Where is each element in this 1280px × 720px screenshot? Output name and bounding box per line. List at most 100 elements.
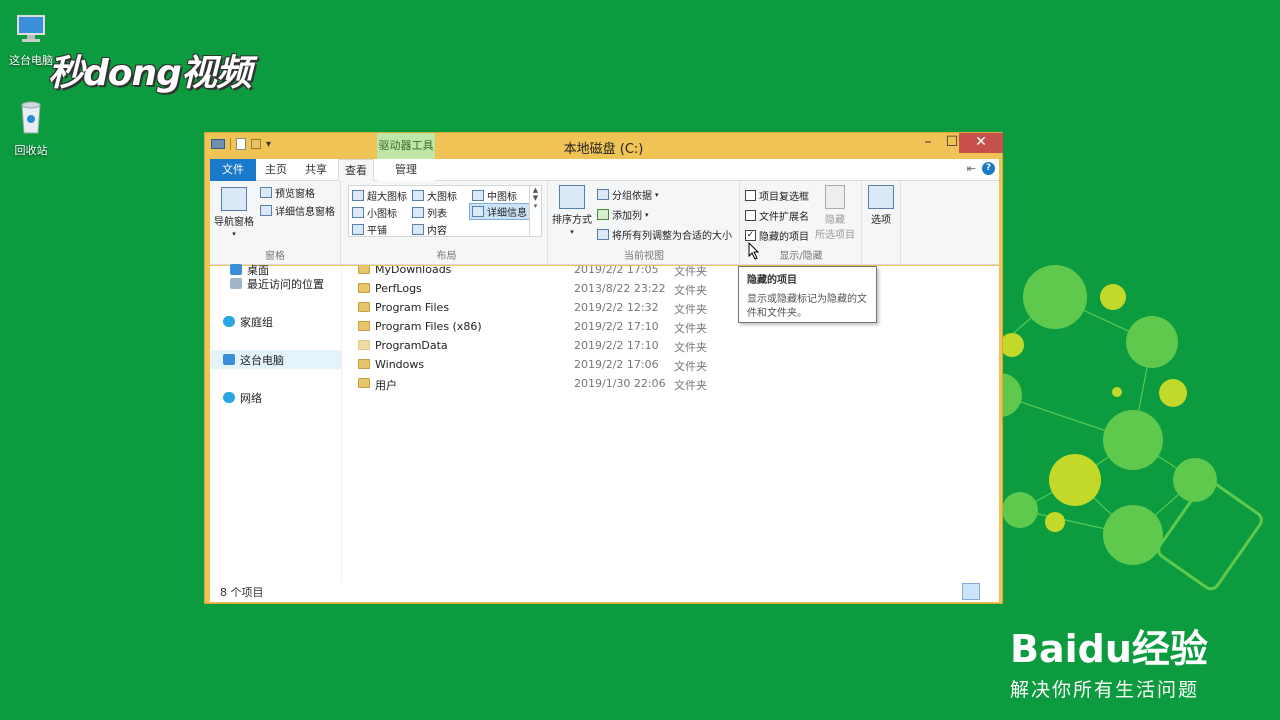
- layout-large-icons[interactable]: 大图标: [412, 188, 457, 203]
- decorative-graphic: [990, 265, 1263, 591]
- group-by-label: 分组依据: [612, 191, 652, 202]
- details-pane-button[interactable]: 详细信息窗格: [260, 203, 335, 218]
- nav-item-this-pc[interactable]: 这台电脑: [210, 350, 341, 369]
- file-date: 2019/2/2 17:10: [574, 320, 659, 333]
- file-type: 文件夹: [674, 360, 707, 373]
- content-icon: [412, 224, 424, 235]
- file-type: 文件夹: [674, 303, 707, 316]
- group-layout: 超大图标 大图标 中图标 小图标 列表 详细信息 平铺 内容 ▲ ▼ ▾ 布局: [346, 181, 548, 265]
- item-checkboxes-toggle[interactable]: 项目复选框: [745, 188, 809, 203]
- add-column-icon: [597, 209, 609, 220]
- list-item[interactable]: Windows 2019/2/2 17:06 文件夹: [342, 355, 999, 374]
- layout-option-label: 平铺: [367, 226, 387, 237]
- nav-item-homegroup[interactable]: 家庭组: [223, 312, 354, 331]
- minimize-button[interactable]: –: [915, 133, 941, 153]
- file-name: Program Files: [375, 301, 450, 314]
- chevron-down-icon: ▾: [232, 230, 236, 238]
- preview-pane-button[interactable]: 预览窗格: [260, 185, 315, 200]
- group-by-icon: [597, 189, 609, 200]
- recent-places-icon: [230, 278, 242, 289]
- layout-medium-icons[interactable]: 中图标: [472, 188, 517, 203]
- recycle-bin-icon: [21, 101, 41, 134]
- layout-details[interactable]: 详细信息: [469, 203, 530, 220]
- layout-content[interactable]: 内容: [412, 222, 447, 237]
- hide-selected-label: 隐藏: [825, 215, 845, 226]
- fit-columns-button[interactable]: 将所有列调整为合适的大小: [597, 227, 732, 242]
- chevron-down-icon: ▾: [570, 228, 574, 236]
- layout-option-label: 超大图标: [367, 192, 407, 203]
- hide-selected-button[interactable]: 隐藏 所选项目: [815, 185, 855, 241]
- list-item[interactable]: MyDownloads 2019/2/2 17:05 文件夹: [342, 266, 999, 279]
- folder-icon: [358, 266, 370, 274]
- preview-pane-icon: [260, 187, 272, 198]
- layout-option-label: 大图标: [427, 192, 457, 203]
- group-by-button[interactable]: 分组依据 ▾: [597, 187, 659, 202]
- sort-by-icon: [559, 185, 585, 209]
- hidden-items-toggle[interactable]: ✓ 隐藏的项目: [745, 228, 809, 243]
- options-label: 选项: [871, 215, 891, 226]
- add-column-button[interactable]: 添加列 ▾: [597, 207, 649, 222]
- file-date: 2019/2/2 17:06: [574, 358, 659, 371]
- checkbox-checked[interactable]: ✓: [745, 230, 756, 241]
- layout-option-label: 内容: [427, 226, 447, 237]
- baidu-brand: Baidu经验: [1010, 627, 1208, 671]
- file-name: PerfLogs: [375, 282, 422, 295]
- list-item[interactable]: Program Files (x86) 2019/2/2 17:10 文件夹: [342, 317, 999, 336]
- details-view-button[interactable]: [962, 583, 980, 600]
- item-checkboxes-label: 项目复选框: [759, 192, 809, 203]
- tab-home[interactable]: 主页: [258, 159, 294, 181]
- layout-gallery-scroll[interactable]: ▲ ▼ ▾: [529, 186, 541, 236]
- layout-extra-large-icons[interactable]: 超大图标: [352, 188, 407, 203]
- large-icons-view-button[interactable]: [981, 583, 999, 600]
- details-icon: [472, 206, 484, 217]
- tab-share[interactable]: 共享: [298, 159, 334, 181]
- tab-manage[interactable]: 管理: [377, 159, 435, 181]
- nav-item-label: 网络: [240, 391, 262, 405]
- small-icons-icon: [352, 207, 364, 218]
- file-name: Windows: [375, 358, 425, 371]
- checkbox[interactable]: [745, 190, 756, 201]
- sort-by-button[interactable]: 排序方式 ▾: [552, 185, 592, 236]
- tooltip-body: 显示或隐藏标记为隐藏的文件和文件夹。: [747, 294, 867, 319]
- computer-icon: [223, 354, 235, 365]
- layout-list[interactable]: 列表: [412, 205, 447, 220]
- title-bar[interactable]: ▾ 驱动器工具 本地磁盘 (C:) – ☐ ✕: [205, 133, 1003, 159]
- navigation-pane-button[interactable]: 导航窗格 ▾: [214, 187, 254, 238]
- file-name: 用户: [375, 379, 397, 392]
- large-icons-icon: [412, 190, 424, 201]
- pin-ribbon-icon[interactable]: ⇤: [967, 162, 976, 175]
- file-extensions-toggle[interactable]: 文件扩展名: [745, 208, 809, 223]
- list-item[interactable]: Program Files 2019/2/2 12:32 文件夹: [342, 298, 999, 317]
- checkbox[interactable]: [745, 210, 756, 221]
- file-date: 2019/1/30 22:06: [574, 377, 666, 390]
- list-item[interactable]: ProgramData 2019/2/2 17:10 文件夹: [342, 336, 999, 355]
- computer-icon: [17, 15, 45, 42]
- file-type: 文件夹: [674, 284, 707, 297]
- help-area: ⇤ ?: [967, 162, 995, 175]
- list-item[interactable]: PerfLogs 2013/8/22 23:22 文件夹: [342, 279, 999, 298]
- homegroup-icon: [223, 316, 235, 327]
- add-column-label: 添加列: [612, 211, 642, 222]
- layout-tiles[interactable]: 平铺: [352, 222, 387, 237]
- baidu-jingyan-logo: Baidu经验 解决你所有生活问题: [1010, 618, 1208, 702]
- layout-small-icons[interactable]: 小图标: [352, 205, 397, 220]
- explorer-window: ▾ 驱动器工具 本地磁盘 (C:) – ☐ ✕ 文件 主页 共享 查看 管理 ⇤…: [204, 132, 1003, 604]
- options-icon: [868, 185, 894, 209]
- close-button[interactable]: ✕: [959, 133, 1003, 153]
- navigation-pane-icon: [221, 187, 247, 211]
- file-date: 2019/2/2 17:10: [574, 339, 659, 352]
- tooltip-title: 隐藏的项目: [747, 275, 797, 286]
- options-button[interactable]: 选项: [868, 185, 894, 226]
- tab-view[interactable]: 查看: [338, 159, 374, 182]
- folder-icon: [358, 302, 370, 312]
- nav-item-network[interactable]: 网络: [223, 388, 354, 407]
- fit-columns-label: 将所有列调整为合适的大小: [612, 231, 732, 242]
- tab-file[interactable]: 文件: [210, 159, 256, 181]
- file-name: Program Files (x86): [375, 320, 482, 333]
- desktop-icon-recycle-bin[interactable]: 回收站: [1, 96, 61, 158]
- help-icon[interactable]: ?: [982, 162, 995, 175]
- sort-by-label: 排序方式: [552, 215, 592, 226]
- hide-selected-icon: [825, 185, 845, 209]
- list-item[interactable]: 用户 2019/1/30 22:06 文件夹: [342, 374, 999, 393]
- hide-selected-label: 所选项目: [815, 230, 855, 241]
